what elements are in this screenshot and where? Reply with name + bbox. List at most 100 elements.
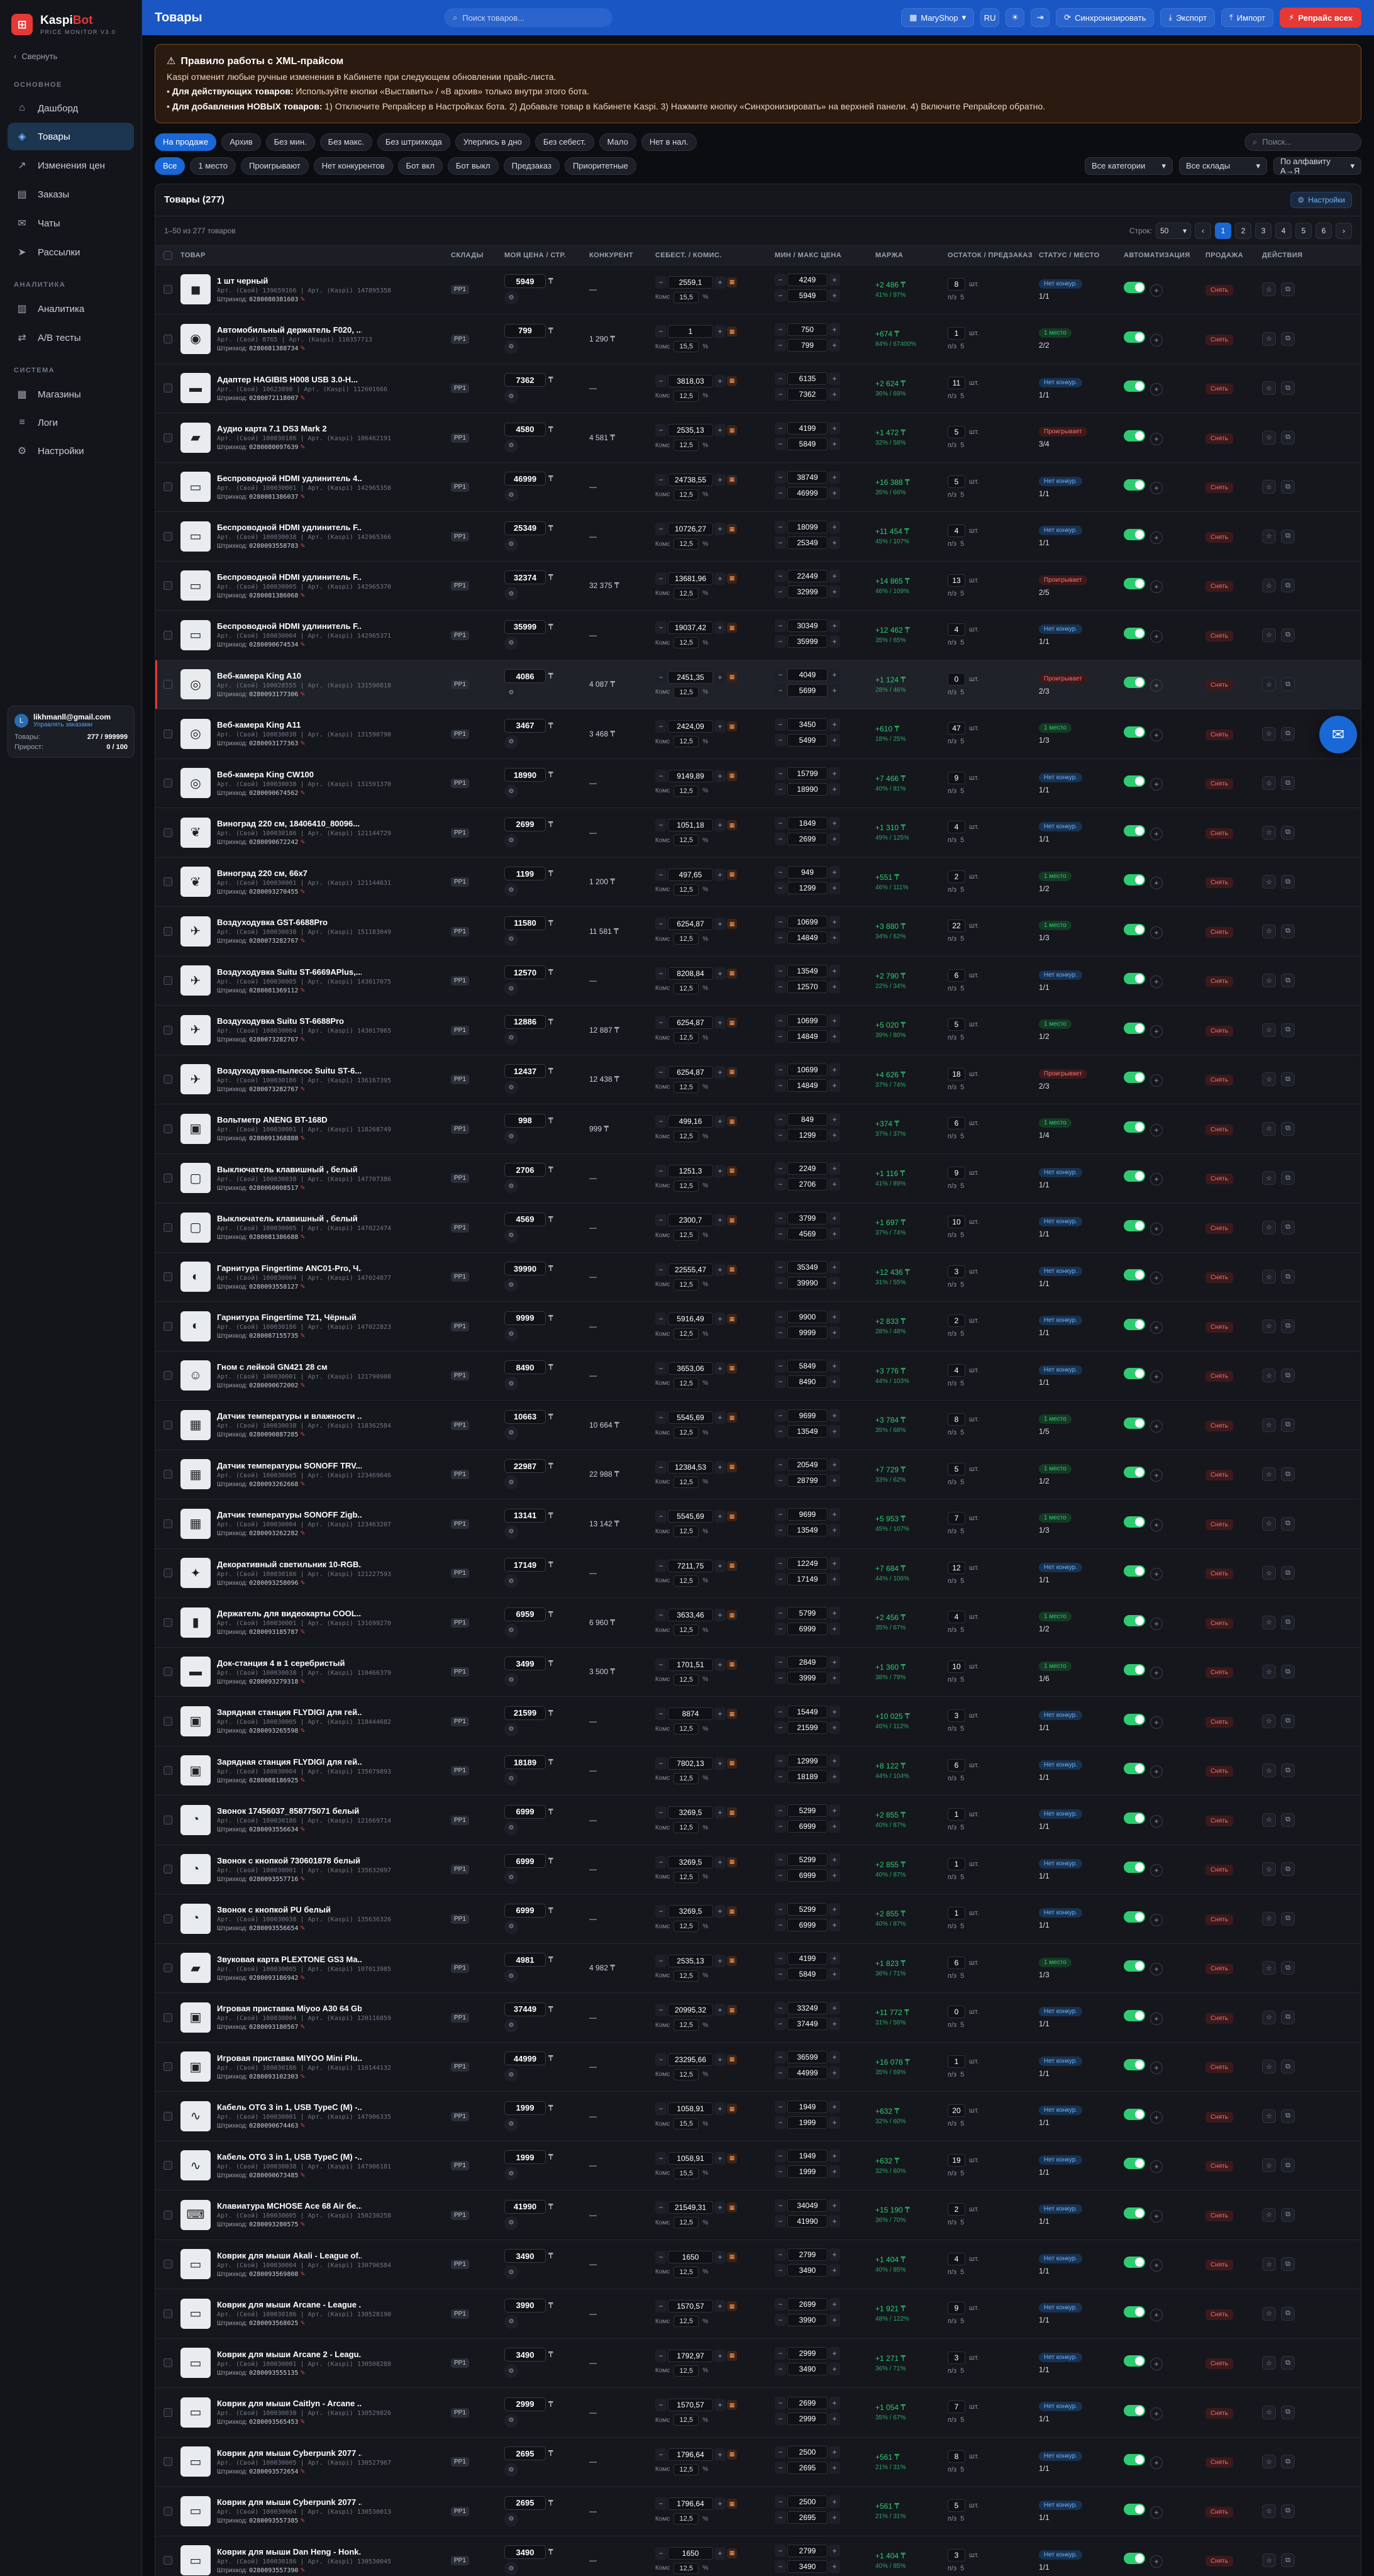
max-price-input[interactable]: 7362 <box>787 388 828 401</box>
cost-input[interactable]: 3818,03 <box>668 374 713 387</box>
stock-input[interactable]: 6 <box>948 1956 965 1969</box>
row-checkbox[interactable] <box>163 1420 172 1430</box>
stock-input[interactable]: 7 <box>948 2401 965 2414</box>
my-price-input[interactable]: 44999 <box>504 2051 546 2066</box>
plus-button[interactable]: + <box>829 2545 840 2558</box>
calculator-icon[interactable]: ▦ <box>727 968 737 979</box>
select-all-checkbox[interactable] <box>163 250 172 260</box>
max-price-input[interactable]: 28799 <box>787 1474 828 1487</box>
calculator-icon[interactable]: ▦ <box>727 1413 737 1423</box>
plus-button[interactable]: + <box>829 372 840 386</box>
filter-chip[interactable]: Предзаказ <box>503 157 560 175</box>
minus-button[interactable]: − <box>655 670 667 684</box>
min-price-input[interactable]: 2799 <box>787 2545 828 2558</box>
filter-chip[interactable]: Все <box>155 157 186 175</box>
cost-input[interactable]: 1 <box>668 325 713 338</box>
max-price-input[interactable]: 5499 <box>787 733 828 747</box>
row-checkbox[interactable] <box>163 1025 172 1035</box>
plus-button[interactable]: + <box>829 1804 840 1817</box>
cost-input[interactable]: 2451,35 <box>668 670 713 684</box>
edit-icon[interactable]: ✎ <box>300 395 305 402</box>
strategy-icon[interactable]: ⚙ <box>504 1130 518 1144</box>
column-header[interactable]: ДЕЙСТВИЯ <box>1262 252 1312 259</box>
page-button[interactable]: 5 <box>1295 222 1312 239</box>
strategy-icon[interactable]: ⚙ <box>504 2314 518 2329</box>
product-thumbnail[interactable]: ∿ <box>180 2150 211 2181</box>
calculator-icon[interactable]: ▦ <box>727 2005 737 2016</box>
unpublish-button[interactable]: Снять <box>1205 1568 1233 1580</box>
plus-button[interactable]: + <box>829 767 840 780</box>
star-icon[interactable]: ☆ <box>1262 974 1276 988</box>
cost-input[interactable]: 19037,42 <box>668 621 713 635</box>
autopricing-toggle[interactable] <box>1124 430 1145 441</box>
filter-select[interactable]: По алфавиту А→Я ▾ <box>1273 157 1361 175</box>
minus-button[interactable]: − <box>655 2300 667 2313</box>
cost-input[interactable]: 7802,13 <box>668 1757 713 1770</box>
plus-button[interactable]: + <box>829 718 840 731</box>
product-name[interactable]: Воздуходувка Suitu ST-6669APlus,... <box>217 967 362 977</box>
minus-button[interactable]: − <box>655 1510 667 1523</box>
minus-button[interactable]: − <box>775 1178 786 1191</box>
minus-button[interactable]: − <box>775 323 786 336</box>
minus-button[interactable]: − <box>775 471 786 484</box>
stock-input[interactable]: 20 <box>948 2104 965 2118</box>
plus-button[interactable]: + <box>829 2495 840 2508</box>
cost-input[interactable]: 13681,96 <box>668 572 713 585</box>
max-price-input[interactable]: 18189 <box>787 1770 828 1784</box>
plus-button[interactable]: + <box>714 1954 726 1967</box>
my-price-input[interactable]: 3490 <box>504 2249 546 2263</box>
add-rule-icon[interactable]: + <box>1150 1173 1163 1186</box>
plus-button[interactable]: + <box>829 1211 840 1224</box>
minus-button[interactable]: − <box>775 2100 786 2113</box>
product-name[interactable]: Коврик для мыши Dan Heng - Honk... <box>217 2547 362 2557</box>
strategy-icon[interactable]: ⚙ <box>504 1524 518 1539</box>
strategy-icon[interactable]: ⚙ <box>504 784 518 799</box>
plus-button[interactable]: + <box>714 1855 726 1868</box>
product-thumbnail[interactable]: ▰ <box>180 422 211 453</box>
copy-icon[interactable]: ⧉ <box>1281 2109 1295 2123</box>
product-name[interactable]: Гарнитура Fingertime ANC01-Pro, Ч... <box>217 1263 362 1273</box>
calculator-icon[interactable]: ▦ <box>727 2054 737 2065</box>
plus-button[interactable]: + <box>829 586 840 599</box>
edit-icon[interactable]: ✎ <box>300 1679 305 1685</box>
product-thumbnail[interactable]: ▦ <box>180 1409 211 1440</box>
edit-icon[interactable]: ✎ <box>300 1481 305 1488</box>
plus-button[interactable]: + <box>714 967 726 980</box>
strategy-icon[interactable]: ⚙ <box>504 1821 518 1835</box>
max-price-input[interactable]: 13549 <box>787 1424 828 1438</box>
product-thumbnail[interactable]: ✈ <box>180 1064 211 1095</box>
copy-icon[interactable]: ⧉ <box>1281 1072 1295 1087</box>
stock-input[interactable]: 5 <box>948 426 965 439</box>
row-checkbox[interactable] <box>163 285 172 294</box>
stock-input[interactable]: 47 <box>948 722 965 735</box>
minus-button[interactable]: − <box>775 586 786 599</box>
add-rule-icon[interactable]: + <box>1150 383 1163 396</box>
max-price-input[interactable]: 37449 <box>787 2017 828 2030</box>
my-price-input[interactable]: 4086 <box>504 669 546 684</box>
min-price-input[interactable]: 10699 <box>787 1014 828 1027</box>
calculator-icon[interactable]: ▦ <box>727 1659 737 1670</box>
max-price-input[interactable]: 1999 <box>787 2165 828 2179</box>
star-icon[interactable]: ☆ <box>1262 381 1276 396</box>
add-rule-icon[interactable]: + <box>1150 630 1163 643</box>
my-price-input[interactable]: 12886 <box>504 1014 546 1029</box>
my-price-input[interactable]: 39990 <box>504 1262 546 1276</box>
star-icon[interactable]: ☆ <box>1262 677 1276 692</box>
add-rule-icon[interactable]: + <box>1150 1321 1163 1334</box>
edit-icon[interactable]: ✎ <box>300 1580 305 1587</box>
minus-button[interactable]: − <box>655 473 667 486</box>
commission-input[interactable]: 15,5 <box>673 291 699 303</box>
row-checkbox[interactable] <box>163 2506 172 2516</box>
star-icon[interactable]: ☆ <box>1262 1813 1276 1827</box>
my-price-input[interactable]: 18990 <box>504 768 546 782</box>
product-name[interactable]: Датчик температуры SONOFF TRV... <box>217 1461 362 1470</box>
stock-input[interactable]: 9 <box>948 2302 965 2315</box>
calculator-icon[interactable]: ▦ <box>727 2202 737 2213</box>
star-icon[interactable]: ☆ <box>1262 1467 1276 1482</box>
autopricing-toggle[interactable] <box>1124 1565 1145 1577</box>
my-price-input[interactable]: 1199 <box>504 867 546 881</box>
unpublish-button[interactable]: Снять <box>1205 1963 1233 1975</box>
product-thumbnail[interactable]: ☺ <box>180 1360 211 1391</box>
max-price-input[interactable]: 9999 <box>787 1326 828 1339</box>
min-price-input[interactable]: 12999 <box>787 1755 828 1768</box>
